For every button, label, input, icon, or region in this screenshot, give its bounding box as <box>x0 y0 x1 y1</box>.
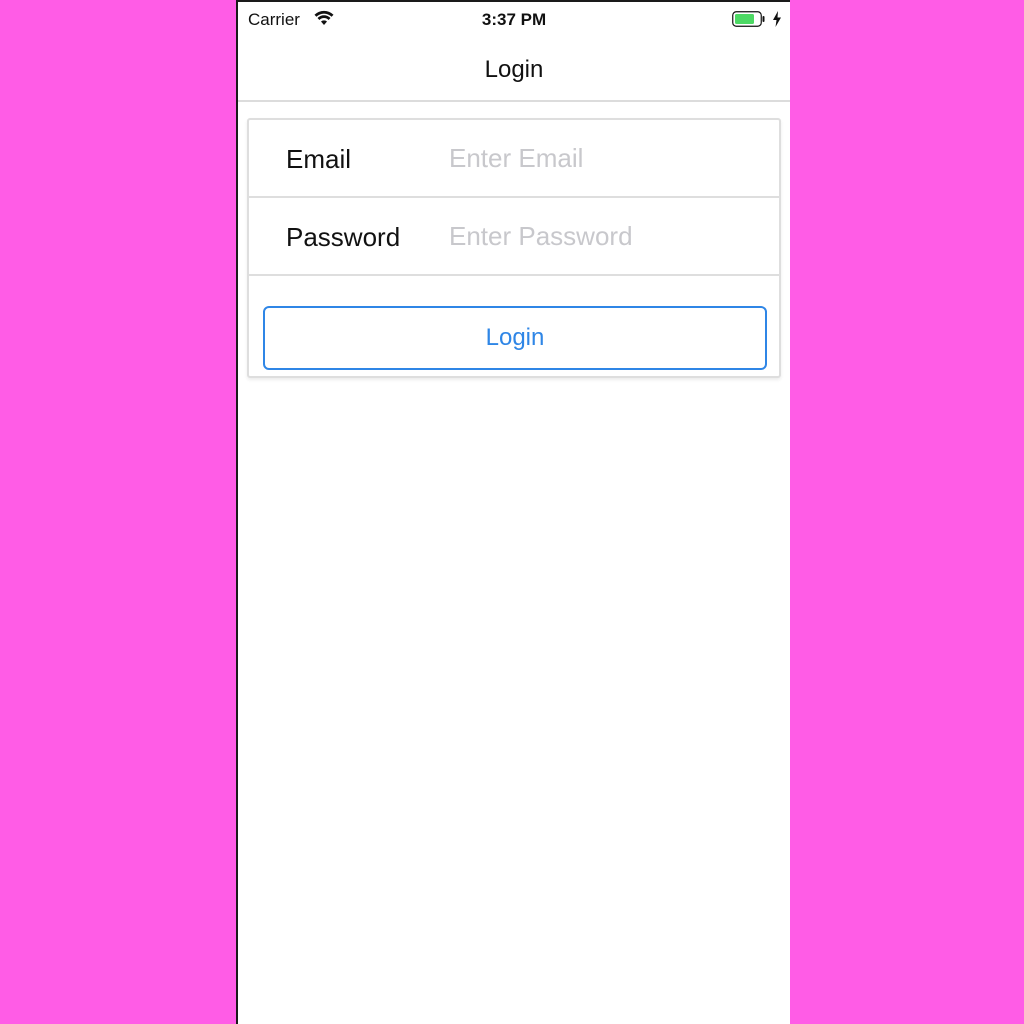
battery-charging-icon <box>732 11 766 27</box>
password-label: Password <box>286 222 401 252</box>
login-form-card: Email Password Login <box>247 118 781 378</box>
login-button[interactable]: Login <box>263 306 767 370</box>
charging-bolt-icon <box>772 10 782 28</box>
status-bar: Carrier 3:37 PM <box>238 2 790 38</box>
email-row: Email <box>249 120 779 198</box>
phone-screen: Carrier 3:37 PM Login Email Enter Email … <box>236 0 790 1024</box>
password-field[interactable] <box>449 218 759 254</box>
page-title: Login <box>484 56 544 83</box>
email-label: Email <box>286 144 352 174</box>
navigation-bar: Login <box>238 38 790 102</box>
status-time: 3:37 PM <box>481 10 547 29</box>
password-row: Password <box>249 198 779 276</box>
email-field[interactable] <box>449 140 759 176</box>
